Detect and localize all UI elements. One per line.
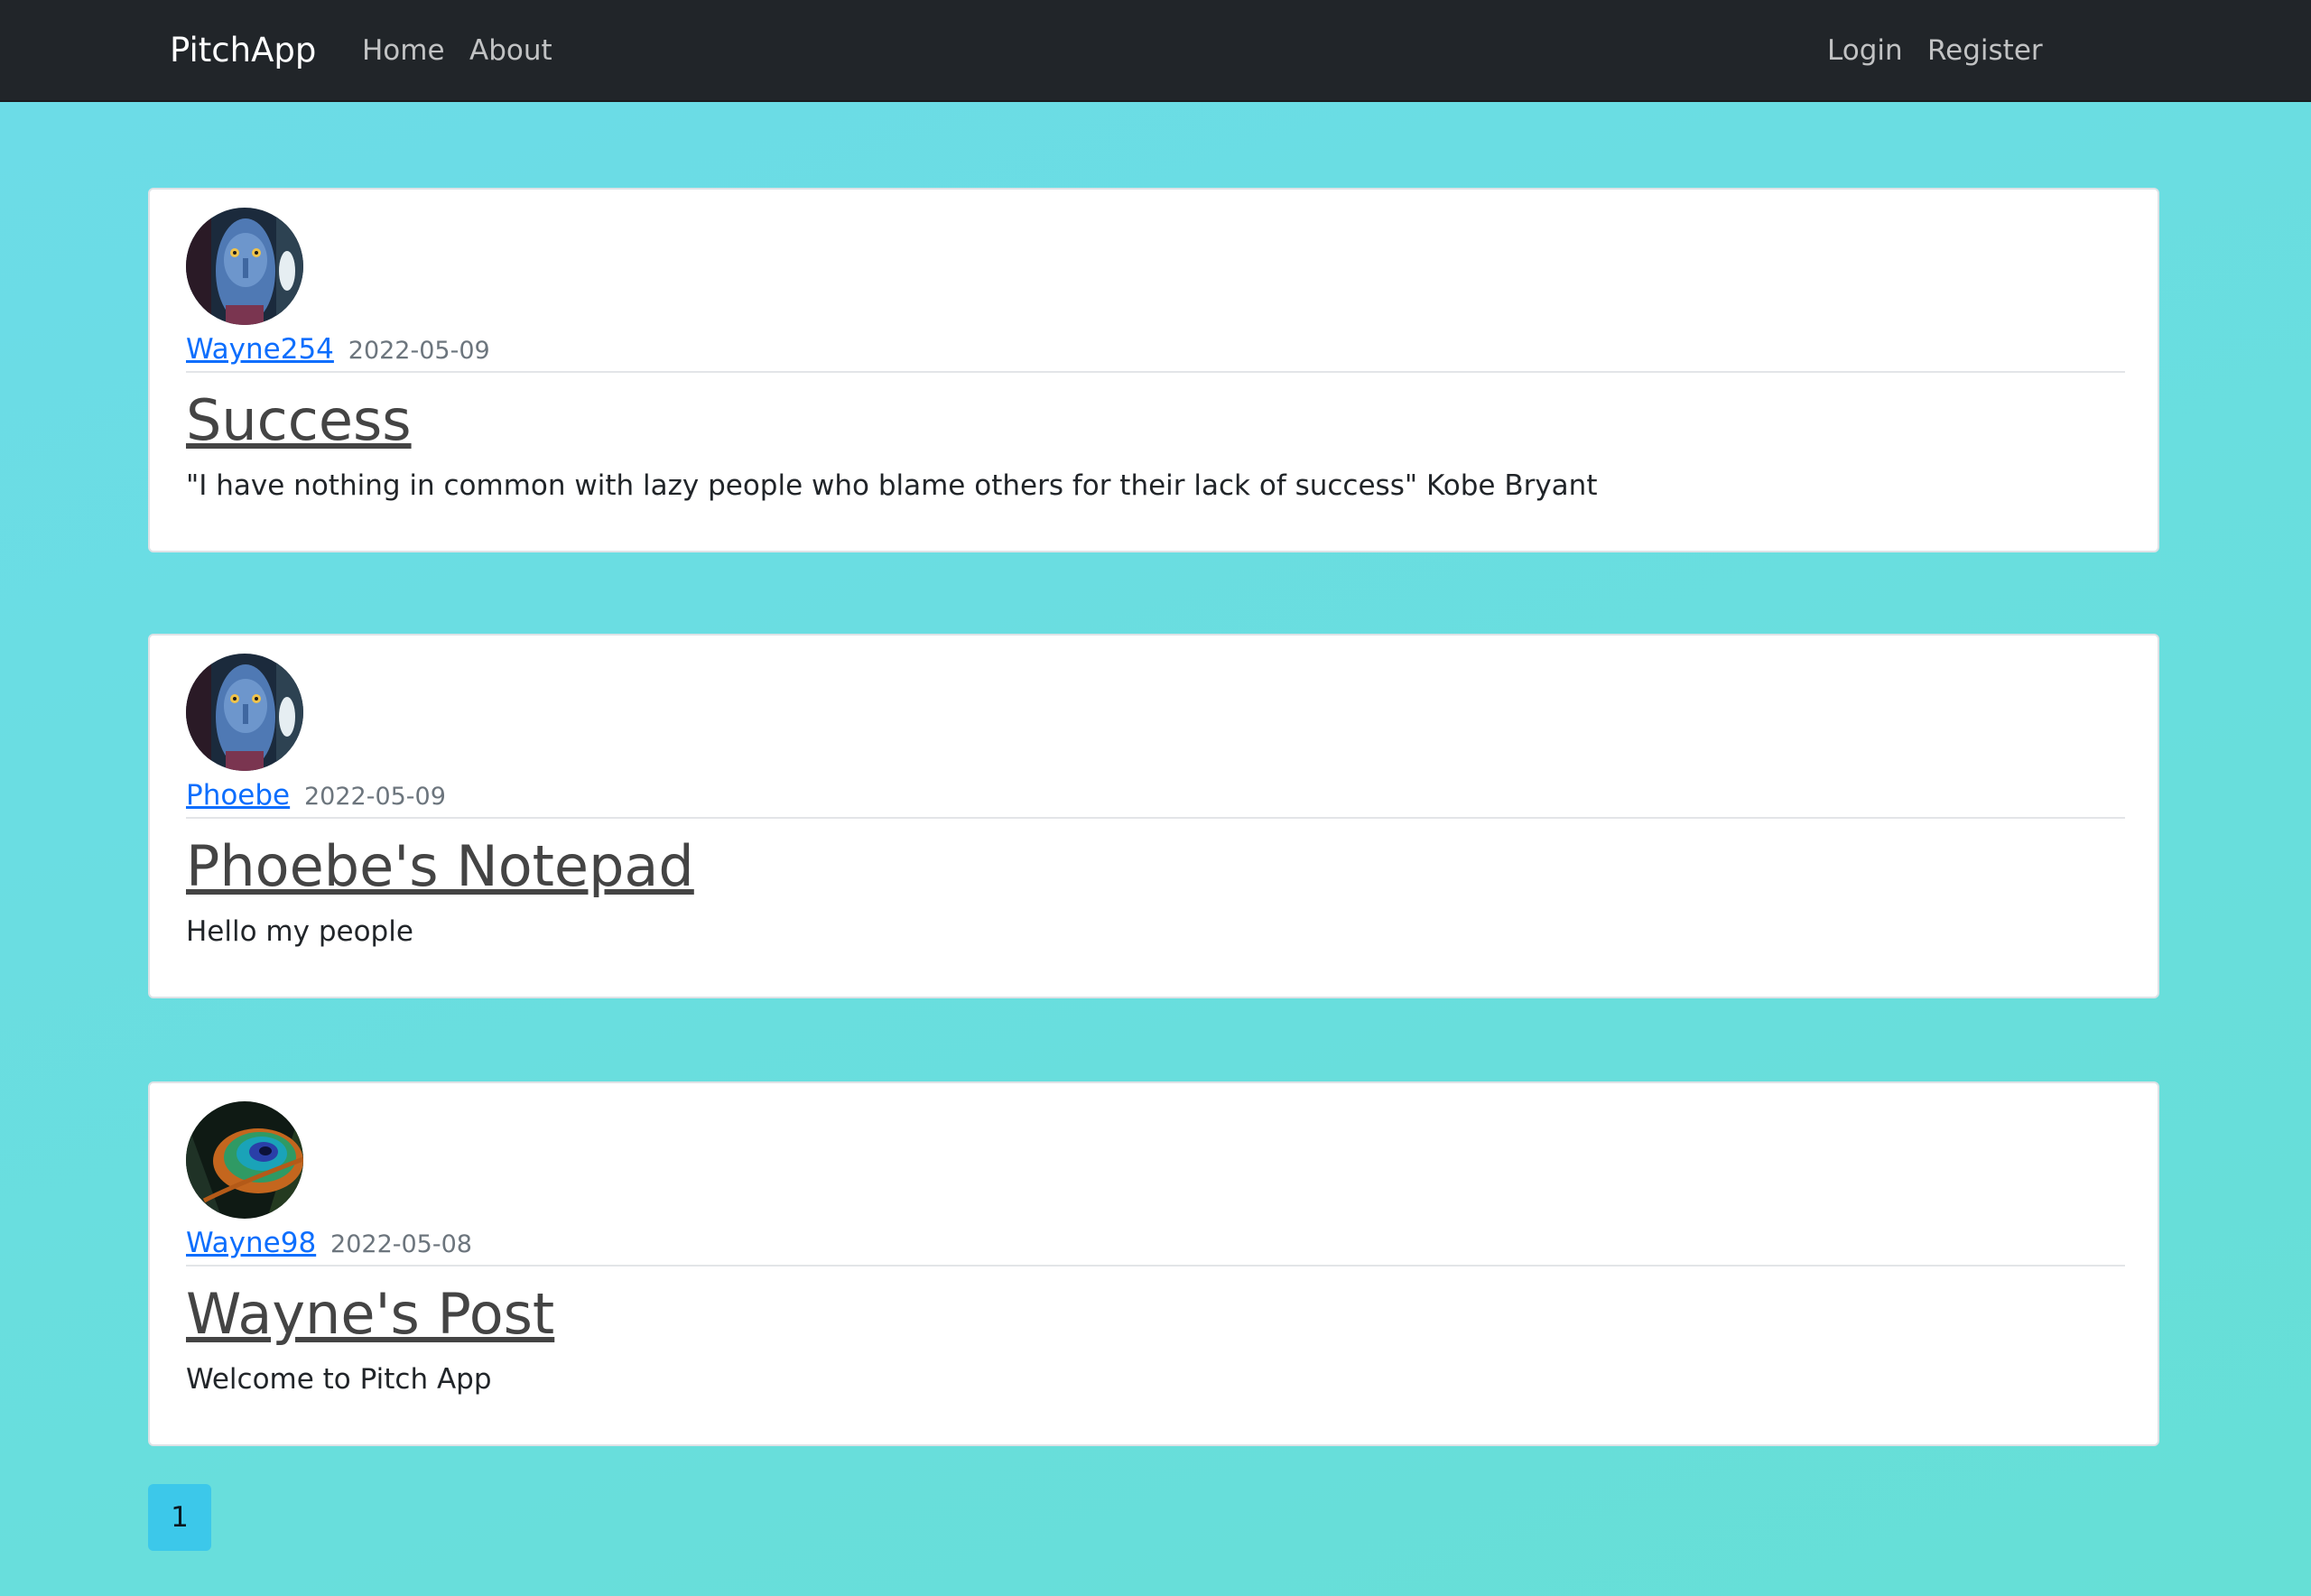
post-meta: Wayne98 2022-05-08: [186, 1223, 472, 1265]
post-date: 2022-05-09: [348, 337, 490, 365]
nav-home-link[interactable]: Home: [362, 31, 445, 70]
post-title-link[interactable]: Wayne's Post: [186, 1273, 554, 1356]
post-author-link[interactable]: Wayne98: [186, 1227, 316, 1259]
avatar-peacock-feather-icon: [186, 1101, 303, 1219]
post-card: Wayne254 2022-05-09 Success "I have noth…: [148, 188, 2159, 552]
post-meta: Phoebe 2022-05-09: [186, 775, 446, 817]
post-date: 2022-05-09: [304, 783, 446, 811]
post-body: Hello my people: [186, 915, 413, 948]
nav-register-link[interactable]: Register: [1927, 31, 2043, 70]
brand-logo-link[interactable]: PitchApp: [170, 27, 316, 74]
author-avatar: [186, 208, 303, 325]
post-divider: [186, 371, 2125, 373]
author-avatar: [186, 654, 303, 771]
nav-about-link[interactable]: About: [469, 31, 552, 70]
post-title-link[interactable]: Phoebe's Notepad: [186, 825, 694, 908]
post-body: Welcome to Pitch App: [186, 1363, 492, 1396]
post-author-link[interactable]: Phoebe: [186, 779, 290, 812]
nav-login-link[interactable]: Login: [1827, 31, 1903, 70]
post-body: "I have nothing in common with lazy peop…: [186, 469, 1598, 502]
post-title-link[interactable]: Success: [186, 379, 412, 462]
post-date: 2022-05-08: [330, 1230, 472, 1258]
post-meta: Wayne254 2022-05-09: [186, 329, 490, 371]
post-card: Phoebe 2022-05-09 Phoebe's Notepad Hello…: [148, 634, 2159, 998]
top-navbar: PitchApp Home About Login Register: [0, 0, 2311, 102]
avatar-navi-portrait-icon: [186, 654, 303, 771]
author-avatar: [186, 1101, 303, 1219]
post-divider: [186, 817, 2125, 819]
post-divider: [186, 1265, 2125, 1267]
post-author-link[interactable]: Wayne254: [186, 333, 334, 366]
pagination-page-button[interactable]: 1: [148, 1484, 211, 1551]
avatar-navi-portrait-icon: [186, 208, 303, 325]
post-card: Wayne98 2022-05-08 Wayne's Post Welcome …: [148, 1081, 2159, 1446]
